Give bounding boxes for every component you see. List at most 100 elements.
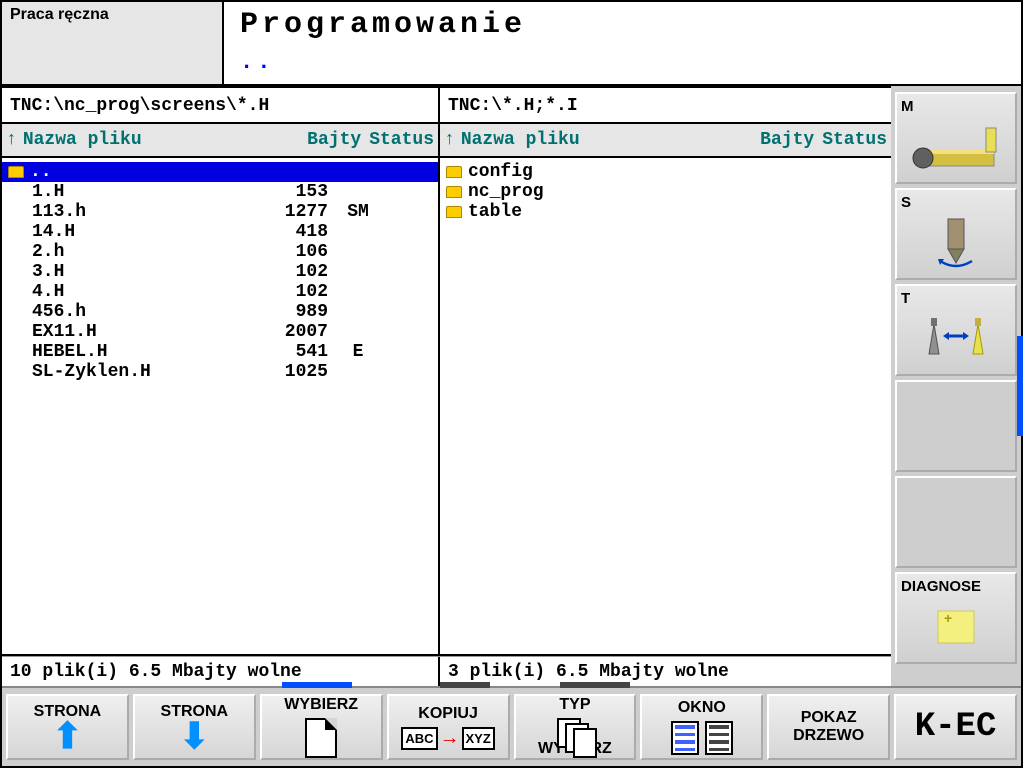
file-name: nc_prog [468,182,544,202]
empty-button-2[interactable] [895,476,1017,568]
programming-tab[interactable]: Programowanie .. [224,2,1021,84]
sort-arrow-icon: ↑ [6,130,17,150]
file-name: table [468,202,522,222]
file-name: 1.H [8,182,248,202]
arrow-down-icon: ⬇ [179,721,209,751]
right-status-text: 3 plik(i) 6.5 Mbajty wolne [448,662,729,682]
file-name: .. [30,162,52,182]
left-file-list[interactable]: ..1.H153113.h1277SM14.H4182.h1063.H1024.… [2,158,440,654]
file-bytes: 541 [248,342,328,362]
col-status-label: Status [369,130,434,150]
type-label-1: TYP [559,696,590,714]
file-bytes: 2007 [248,322,328,342]
folder-icon [8,166,24,178]
file-name: SL-Zyklen.H [8,362,248,382]
file-row[interactable]: nc_prog [440,182,891,202]
window-button[interactable]: OKNO [640,694,763,760]
file-name: 2.h [8,242,248,262]
show-tree-button[interactable]: POKAZ DRZEWO [767,694,890,760]
select-button[interactable]: WYBIERZ [260,694,383,760]
file-name: 4.H [8,282,248,302]
folder-icon [446,206,462,218]
right-path[interactable]: TNC:\*.H;*.I [440,86,891,122]
select-label: WYBIERZ [284,696,358,714]
file-name: config [468,162,533,182]
kec-label: K-EC [915,708,997,746]
spindle-icon [901,211,1011,274]
manual-mode-label: Praca ręczna [10,6,109,23]
file-bytes: 153 [248,182,328,202]
type-select-button[interactable]: TYP WYBIERZ [514,694,637,760]
col-name-label: Nazwa pliku [23,130,307,150]
s-label: S [901,194,1011,211]
file-name: EX11.H [8,322,248,342]
file-row[interactable]: 1.H153 [2,182,438,202]
page-up-button[interactable]: STRONA ⬆ [6,694,129,760]
file-row[interactable]: 14.H418 [2,222,438,242]
left-path[interactable]: TNC:\nc_prog\screens\*.H [2,86,440,122]
file-row[interactable]: 3.H102 [2,262,438,282]
m-label: M [901,98,1011,115]
page-icon [305,718,337,758]
sidebar-scroll-indicator [1017,336,1023,436]
file-bytes: 1025 [248,362,328,382]
file-bytes: 102 [248,282,328,302]
file-row[interactable]: EX11.H2007 [2,322,438,342]
window-label: OKNO [678,699,726,717]
left-column-header[interactable]: ↑ Nazwa pliku Bajty Status [2,124,440,156]
file-row[interactable]: 4.H102 [2,282,438,302]
left-status: 10 plik(i) 6.5 Mbajty wolne [2,657,440,686]
sort-arrow-icon: ↑ [444,130,455,150]
m-axis-button[interactable]: M [895,92,1017,184]
page-down-button[interactable]: STRONA ⬇ [133,694,256,760]
file-row[interactable]: 456.h989 [2,302,438,322]
file-row[interactable]: 2.h106 [2,242,438,262]
manual-mode-tab[interactable]: Praca ręczna [2,2,224,84]
programming-subtitle: .. [240,50,1005,75]
folder-icon [446,186,462,198]
file-bytes: 418 [248,222,328,242]
file-row[interactable]: HEBEL.H541E [2,342,438,362]
copy-button[interactable]: KOPIUJ ABC → XYZ [387,694,510,760]
file-row[interactable]: .. [2,162,438,182]
note-icon: + [901,595,1011,658]
file-row[interactable]: 113.h1277SM [2,202,438,222]
copy-abc-tag: ABC [401,727,437,750]
t-label: T [901,290,1011,307]
scroll-indicator [282,682,352,688]
softkey-bar: STRONA ⬆ STRONA ⬇ WYBIERZ KOPIUJ ABC → X… [2,686,1021,766]
show-label-2: DRZEWO [793,727,864,745]
col-bytes-label: Bajty [760,130,814,150]
tool-change-icon [901,307,1011,370]
s-spindle-button[interactable]: S [895,188,1017,280]
file-name: 14.H [8,222,248,242]
arrow-up-icon: ⬆ [52,721,82,751]
file-status: SM [328,202,388,222]
svg-text:+: + [944,610,952,626]
file-row[interactable]: table [440,202,891,222]
copy-label: KOPIUJ [418,705,478,723]
diagnose-button[interactable]: DIAGNOSE + [895,572,1017,664]
file-bytes: 102 [248,262,328,282]
empty-button-1[interactable] [895,380,1017,472]
right-column-header[interactable]: ↑ Nazwa pliku Bajty Status [440,124,891,156]
file-row[interactable]: SL-Zyklen.H1025 [2,362,438,382]
scroll-indicator [440,682,490,688]
file-name: 113.h [8,202,248,222]
kec-button[interactable]: K-EC [894,694,1017,760]
file-name: 456.h [8,302,248,322]
show-label-1: POKAZ [801,709,857,727]
t-tool-button[interactable]: T [895,284,1017,376]
copy-arrow-icon: → [440,727,460,750]
file-row[interactable]: config [440,162,891,182]
file-bytes: 106 [248,242,328,262]
right-file-list[interactable]: confignc_progtable [440,158,891,654]
file-status: E [328,342,388,362]
copy-abc-xyz-icon: ABC → XYZ [401,727,494,750]
pages-stack-icon [557,718,593,740]
programming-title: Programowanie [240,8,1005,42]
folder-icon [446,166,462,178]
file-bytes: 989 [248,302,328,322]
right-sidebar: M S [891,86,1021,686]
left-status-text: 10 plik(i) 6.5 Mbajty wolne [10,662,302,682]
